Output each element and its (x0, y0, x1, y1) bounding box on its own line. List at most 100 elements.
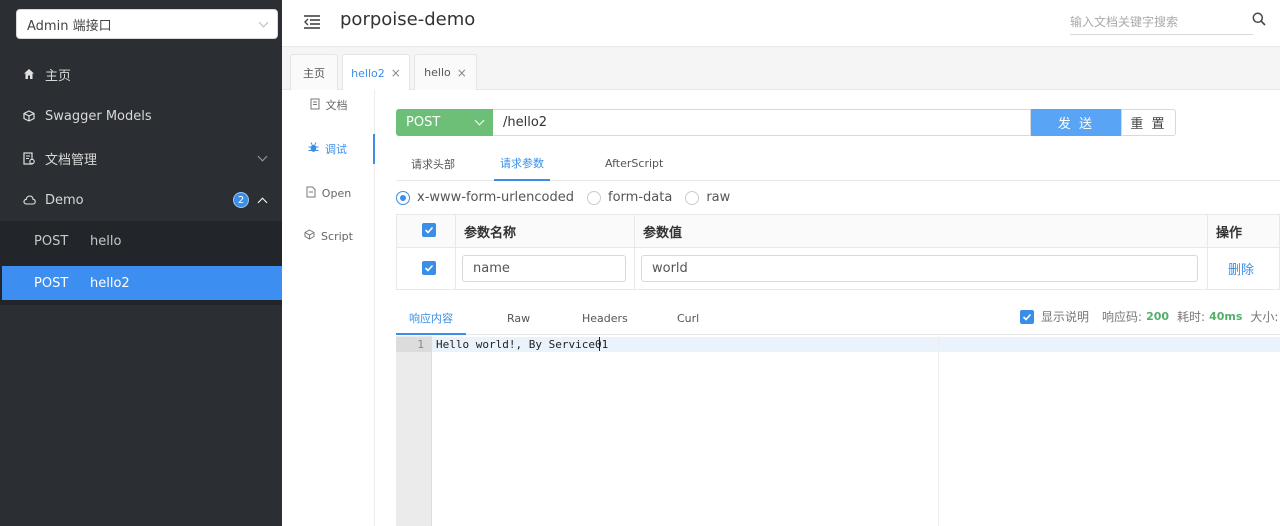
param-action-cell: 删除 (1207, 247, 1280, 290)
tab-label: Open (321, 186, 352, 200)
request-tabs: 请求头部 请求参数 AfterScript (396, 146, 1280, 181)
delete-link[interactable]: 删除 (1214, 263, 1254, 278)
main-content: 文档 调试 Open Script POST /hello2 发 送 重 置 请… (282, 90, 1280, 526)
file-icon (306, 186, 316, 201)
column-header-action: 操作 (1207, 214, 1280, 248)
status-code-label: 响应码: (1102, 310, 1143, 324)
document-settings-icon (22, 151, 36, 165)
tab-response-raw[interactable]: Raw (507, 302, 530, 335)
print-margin (938, 336, 939, 526)
page-title: porpoise-demo (340, 9, 476, 30)
send-button[interactable]: 发 送 (1031, 109, 1121, 136)
side-tabs: 文档 调试 Open Script (282, 90, 375, 526)
chevron-down-icon (258, 17, 269, 27)
time-value: 40ms (1209, 310, 1243, 323)
close-icon[interactable]: × (457, 66, 467, 80)
method-value: POST (406, 115, 441, 130)
api-item-hello[interactable]: POST hello (2, 224, 282, 258)
param-value-cell: world (634, 247, 1208, 290)
tab-doc[interactable]: 文档 (282, 90, 375, 120)
sidebar-item-demo[interactable]: Demo 2 (0, 179, 282, 221)
tab-response-curl[interactable]: Curl (677, 302, 699, 335)
cloud-icon (22, 193, 36, 207)
url-input[interactable]: /hello2 (493, 109, 1031, 136)
table-row: name world 删除 (396, 247, 1280, 290)
row-checkbox[interactable] (422, 260, 436, 275)
column-header-name: 参数名称 (455, 214, 635, 248)
time-label: 耗时: (1177, 310, 1206, 324)
tab-label: 主页 (303, 66, 325, 80)
response-body: Hello world!, By Service01 (436, 338, 609, 351)
param-name-cell: name (455, 247, 635, 290)
cube-icon (22, 109, 36, 123)
radio-form-data[interactable]: form-data (587, 190, 672, 205)
radio-raw[interactable]: raw (685, 190, 730, 205)
tab-label: hello2 (351, 66, 385, 80)
tab-label: hello (424, 66, 451, 79)
sidebar-item-home[interactable]: 主页 (0, 53, 282, 95)
tab-request-params[interactable]: 请求参数 (494, 146, 550, 181)
param-name-input[interactable]: name (462, 255, 626, 282)
menu-fold-icon[interactable] (303, 14, 321, 30)
home-icon (22, 67, 36, 81)
app-window: Admin 端接口 主页 Swagger Models 文档管理 Demo 2 … (0, 0, 1280, 526)
tab-response-headers[interactable]: Headers (582, 302, 628, 335)
tab-response-content[interactable]: 响应内容 (396, 302, 466, 335)
request-bar: POST /hello2 发 送 重 置 (396, 109, 1176, 136)
row-select-cell (396, 247, 456, 290)
show-desc-checkbox[interactable] (1020, 309, 1034, 324)
radio-label: x-www-form-urlencoded (417, 190, 575, 205)
close-icon[interactable]: × (391, 66, 401, 80)
sidebar-item-swagger-models[interactable]: Swagger Models (0, 95, 282, 137)
radio-label: form-data (608, 190, 673, 205)
group-select-value: Admin 端接口 (27, 18, 112, 34)
tab-hello[interactable]: hello × (414, 54, 477, 90)
param-value-input[interactable]: world (641, 255, 1198, 282)
tab-request-headers[interactable]: 请求头部 (411, 146, 455, 181)
group-select[interactable]: Admin 端接口 (16, 9, 278, 39)
radio-urlencoded[interactable]: x-www-form-urlencoded (396, 190, 574, 205)
select-all-checkbox[interactable] (422, 223, 436, 237)
header: porpoise-demo 输入文档关键字搜索 (282, 0, 1280, 47)
tab-script[interactable]: Script (282, 221, 375, 251)
tab-home[interactable]: 主页 (290, 54, 338, 90)
text-cursor (599, 337, 600, 351)
method-select[interactable]: POST (396, 109, 493, 136)
api-item-hello2[interactable]: POST hello2 (2, 266, 282, 300)
tab-label: Script (321, 229, 353, 243)
radio-label: raw (706, 190, 731, 205)
tab-bar: 主页 hello2 × hello × (282, 47, 1280, 91)
method-label: POST (34, 233, 69, 249)
column-header-value: 参数值 (634, 214, 1208, 248)
document-icon (310, 98, 320, 113)
method-label: POST (34, 275, 69, 291)
search-icon[interactable] (1252, 12, 1266, 26)
chevron-up-icon (257, 197, 268, 207)
body-type-radios: x-www-form-urlencoded form-data raw (396, 190, 743, 205)
api-path: hello2 (90, 275, 130, 291)
show-desc-label: 显示说明 (1041, 310, 1090, 324)
params-table: 参数名称 参数值 操作 name world 删除 (396, 214, 1280, 290)
tab-after-script[interactable]: AfterScript (605, 146, 663, 181)
api-path: hello (90, 233, 122, 249)
reset-button[interactable]: 重 置 (1121, 109, 1176, 136)
response-editor[interactable]: 1 Hello world!, By Service01 (396, 336, 1280, 526)
tab-debug[interactable]: 调试 (282, 134, 375, 164)
search-input[interactable]: 输入文档关键字搜索 (1070, 7, 1253, 35)
radio-dot (396, 190, 410, 205)
sidebar-item-label: 文档管理 (45, 152, 98, 168)
line-number: 1 (417, 338, 424, 351)
chevron-down-icon (474, 115, 485, 126)
response-meta: 显示说明 响应码: 200 耗时: 40ms 大小: 26 (1020, 308, 1280, 325)
tab-hello2[interactable]: hello2 × (342, 54, 410, 91)
count-badge: 2 (233, 192, 249, 208)
radio-dot (587, 190, 602, 205)
tab-label: 文档 (325, 99, 348, 112)
editor-gutter (396, 336, 432, 526)
radio-dot (685, 190, 700, 205)
sidebar-item-doc-manage[interactable]: 文档管理 (0, 137, 282, 179)
sidebar-item-label: Demo (45, 192, 84, 208)
sidebar-item-label: 主页 (45, 68, 72, 84)
tab-open[interactable]: Open (282, 178, 375, 208)
tab-label: 调试 (325, 143, 347, 156)
